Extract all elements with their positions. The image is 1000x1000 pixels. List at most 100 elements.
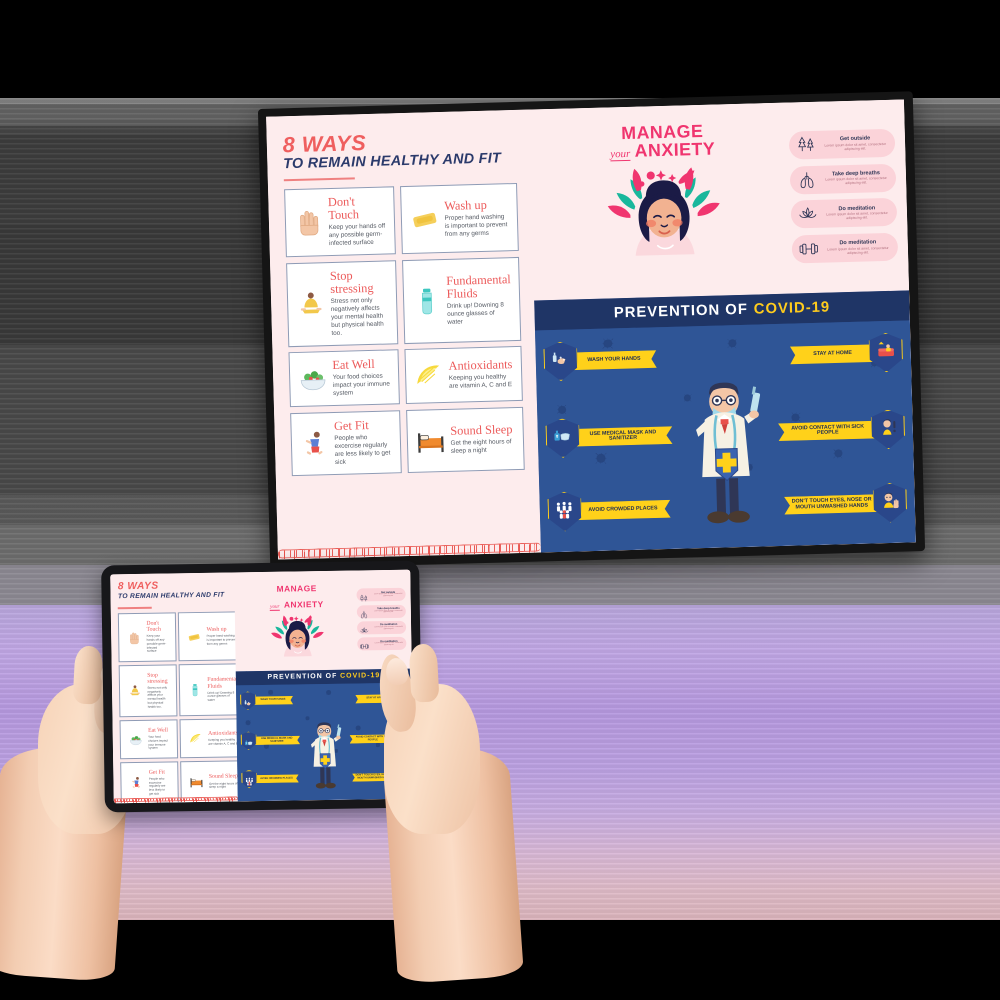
covid-tip-5[interactable]: AVOID CROWDED PLACES bbox=[547, 489, 671, 532]
covid-tip-banner: USE MEDICAL MASK AND SANITIZER bbox=[254, 736, 301, 745]
tile-sound-sleep[interactable]: Sound Sleep Get the eight hours of sleep… bbox=[406, 406, 525, 473]
tile-don-t-touch[interactable]: Don't Touch Keep your hands off any poss… bbox=[283, 186, 396, 258]
trees-icon bbox=[795, 134, 817, 156]
covid-tip-1[interactable]: WASH YOUR HANDS bbox=[543, 339, 657, 382]
tile-fundamental-fluids[interactable]: Fundamental Fluids Drink up! Downing 8 o… bbox=[401, 256, 522, 344]
doctor-illustration bbox=[298, 684, 351, 801]
covid-heading-white: PREVENTION OF bbox=[267, 673, 338, 682]
covid-tip-4[interactable]: AVOID CONTACT WITH SICK PEOPLE bbox=[778, 409, 906, 452]
salad-bowl-icon bbox=[298, 364, 328, 394]
trees-icon bbox=[359, 590, 369, 601]
tv-screen[interactable]: 8 WAYS TO REMAIN HEALTHY AND FIT Don't T… bbox=[266, 99, 916, 560]
covid-tip-6[interactable]: DON'T TOUCH EYES, NOSE OR MOUTH UNWASHED… bbox=[784, 483, 908, 526]
tile-text: People who excercise regularly are less … bbox=[148, 776, 166, 796]
tile-antioxidants[interactable]: Antioxidants Keeping you healthy are vit… bbox=[404, 346, 524, 405]
tile-title: Antioxidants bbox=[208, 730, 239, 737]
anxiety-card-lorem: Lorem ipsum dolor sit amet, consectetur … bbox=[374, 626, 403, 630]
tile-eat-well[interactable]: Eat Well Your food choices impact your i… bbox=[119, 719, 178, 760]
anxiety-cards: Get outside Lorem ipsum dolor sit amet, … bbox=[788, 110, 899, 290]
tile-title: Don't Touch bbox=[146, 620, 161, 634]
tablet-screen[interactable]: 8 WAYS TO REMAIN HEALTHY AND FIT Don't T… bbox=[110, 569, 414, 804]
tile-body: Eat Well Your food choices impact your i… bbox=[332, 357, 391, 398]
tile-title: Sound Sleep bbox=[450, 422, 513, 438]
hand-icon bbox=[128, 631, 142, 645]
tile-wash-up[interactable]: Wash up Proper hand washing is important… bbox=[400, 183, 519, 255]
anxiety-title-manage: MANAGE bbox=[276, 583, 317, 595]
handwash-shield-icon bbox=[543, 341, 578, 381]
anxiety-card-get-outside[interactable]: Get outside Lorem ipsum dolor sit amet, … bbox=[356, 588, 407, 602]
covid-prevention-panel: PREVENTION OF COVID-19 WASH YOUR HANDS S… bbox=[534, 290, 916, 553]
page-subtitle: TO REMAIN HEALTHY AND FIT bbox=[117, 591, 225, 601]
covid-tip-label: DON'T TOUCH EYES, NOSE OR MOUTH UNWASHED… bbox=[791, 496, 872, 511]
covid-tip-5[interactable]: AVOID CROWDED PLACES bbox=[241, 769, 299, 788]
tile-body: Fundamental Fluids Drink up! Downing 8 o… bbox=[446, 272, 512, 326]
anxiety-card-lorem: Lorem ipsum dolor sit amet, consectetur … bbox=[826, 211, 888, 221]
tile-don-t-touch[interactable]: Don't Touch Keep your hands off any poss… bbox=[118, 612, 177, 663]
title-underline bbox=[283, 176, 355, 181]
tile-body: Don't Touch Keep your hands off any poss… bbox=[146, 621, 167, 654]
water-bottle-icon bbox=[188, 683, 202, 697]
infographic: 8 WAYS TO REMAIN HEALTHY AND FIT Don't T… bbox=[110, 569, 414, 804]
anxiety-title-your: your bbox=[270, 604, 280, 612]
backdrop-top-black-bar bbox=[0, 0, 1000, 98]
woman-with-foliage-illustration bbox=[269, 612, 326, 657]
lungs-icon bbox=[796, 169, 818, 191]
yoga-pose-icon bbox=[296, 289, 326, 319]
tile-stop-stressing[interactable]: Stop stressing Stress not only negativel… bbox=[119, 664, 178, 718]
anxiety-card-text: Do meditation Lorem ipsum dolor sit amet… bbox=[823, 205, 892, 220]
tile-title: Antioxidants bbox=[448, 357, 513, 374]
covid-tip-banner: WASH YOUR HANDS bbox=[571, 350, 657, 370]
tiles-grid: Don't Touch Keep your hands off any poss… bbox=[283, 183, 525, 476]
tile-body: Fundamental Fluids Drink up! Downing 8 o… bbox=[207, 677, 238, 703]
tile-title: Wash up bbox=[444, 197, 487, 213]
covid-tip-banner: DON'T TOUCH EYES, NOSE OR MOUTH UNWASHED… bbox=[784, 494, 879, 514]
covid-tip-label: USE MEDICAL MASK AND SANITIZER bbox=[589, 429, 657, 442]
sick-person-shield-icon bbox=[871, 409, 906, 449]
anxiety-card-do-meditation[interactable]: Do meditation Lorem ipsum dolor sit amet… bbox=[790, 198, 898, 229]
tile-title: Eat Well bbox=[148, 727, 168, 734]
tile-body: Wash up Proper hand washing is important… bbox=[444, 198, 510, 238]
anxiety-card-text: Do meditation Lorem ipsum dolor sit amet… bbox=[374, 623, 404, 631]
salad-bowl-icon bbox=[129, 733, 143, 747]
crowd-shield-icon bbox=[241, 770, 257, 789]
covid-tip-label: WASH YOUR HANDS bbox=[587, 355, 641, 363]
tile-body: Wash up Proper hand washing is important… bbox=[206, 626, 237, 646]
woman-with-foliage-illustration bbox=[603, 160, 726, 257]
tile-text: Drink up! Downing 8 ounce glasses of wat… bbox=[207, 690, 235, 702]
tile-eat-well[interactable]: Eat Well Your food choices impact your i… bbox=[288, 349, 400, 408]
wall-mounted-tv: 8 WAYS TO REMAIN HEALTHY AND FIT Don't T… bbox=[257, 91, 926, 569]
anxiety-card-take-deep-breaths[interactable]: Take deep breaths Lorem ipsum dolor sit … bbox=[789, 163, 897, 195]
anxiety-main: MANAGE your ANXIETY bbox=[237, 575, 357, 669]
tile-text: Stress not only negatively affects your … bbox=[147, 685, 168, 709]
anxiety-title: MANAGE your ANXIETY bbox=[610, 121, 716, 162]
anxiety-card-text: Do meditation Lorem ipsum dolor sit amet… bbox=[824, 239, 893, 255]
tile-get-fit[interactable]: Get Fit People who excercise regularly a… bbox=[289, 410, 402, 476]
covid-tip-3[interactable]: USE MEDICAL MASK AND SANITIZER bbox=[545, 415, 673, 458]
lemon-slice-icon bbox=[189, 732, 203, 746]
covid-tip-1[interactable]: WASH YOUR HANDS bbox=[240, 691, 293, 710]
tile-body: Stop stressing Stress not only negativel… bbox=[147, 672, 168, 709]
tile-title: Don't Touch bbox=[327, 194, 360, 223]
dumbbell-icon bbox=[798, 238, 820, 260]
screenshot-stage: 8 WAYS TO REMAIN HEALTHY AND FIT Don't T… bbox=[0, 0, 1000, 1000]
covid-tip-3[interactable]: USE MEDICAL MASK AND SANITIZER bbox=[240, 731, 300, 751]
covid-tip-label: STAY AT HOME bbox=[813, 349, 852, 357]
tile-body: Stop stressing Stress not only negativel… bbox=[330, 269, 389, 338]
covid-tip-2[interactable]: STAY AT HOME bbox=[790, 332, 904, 375]
virus-spikes bbox=[245, 720, 251, 726]
anxiety-title-your: your bbox=[610, 147, 631, 162]
anxiety-card-text: Take deep breaths Lorem ipsum dolor sit … bbox=[373, 607, 403, 615]
soap-bar-icon bbox=[188, 630, 202, 644]
anxiety-card-take-deep-breaths[interactable]: Take deep breaths Lorem ipsum dolor sit … bbox=[356, 604, 407, 619]
tile-text: People who excercise regularly are less … bbox=[334, 434, 391, 466]
anxiety-card-do-meditation[interactable]: Do meditation Lorem ipsum dolor sit amet… bbox=[791, 232, 899, 264]
anxiety-card-do-meditation[interactable]: Do meditation Lorem ipsum dolor sit amet… bbox=[356, 620, 407, 635]
covid-tip-label: WASH YOUR HANDS bbox=[260, 697, 286, 702]
covid-tip-banner: AVOID CONTACT WITH SICK PEOPLE bbox=[778, 421, 877, 441]
anxiety-card-get-outside[interactable]: Get outside Lorem ipsum dolor sit amet, … bbox=[788, 128, 896, 160]
eight-ways-header: 8 WAYS TO REMAIN HEALTHY AND FIT bbox=[282, 128, 517, 181]
tile-stop-stressing[interactable]: Stop stressing Stress not only negativel… bbox=[285, 260, 399, 347]
anxiety-card-text: Take deep breaths Lorem ipsum dolor sit … bbox=[822, 170, 891, 186]
infographic: 8 WAYS TO REMAIN HEALTHY AND FIT Don't T… bbox=[266, 99, 916, 560]
tile-text: Get the eight hours of sleep a night bbox=[208, 780, 238, 790]
